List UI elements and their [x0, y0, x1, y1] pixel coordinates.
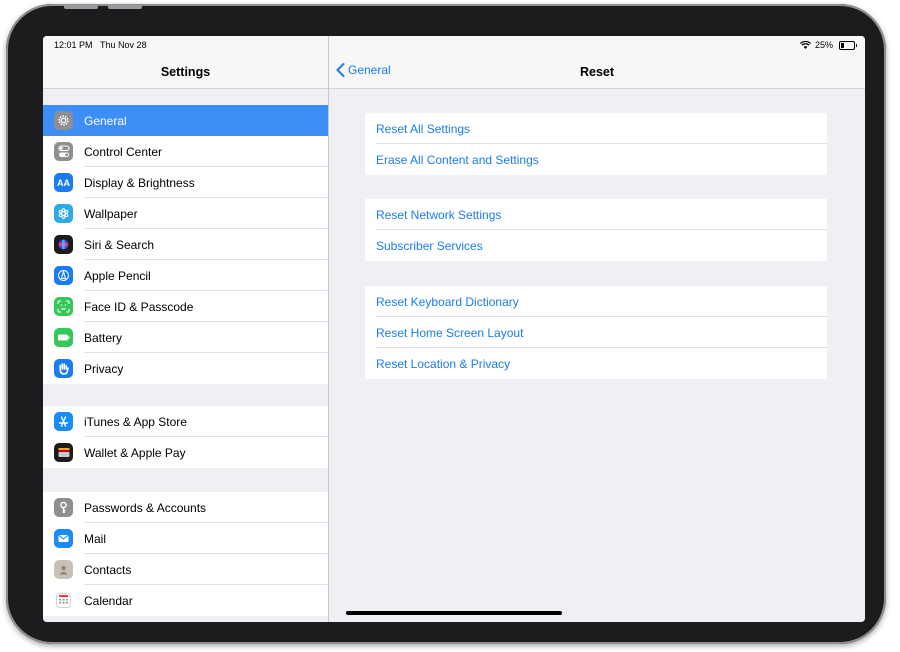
sidebar-item-calendar[interactable]: Calendar: [43, 585, 328, 616]
sidebar-item-label: Contacts: [84, 562, 132, 577]
face-id-icon: [54, 297, 73, 316]
reset-group: Reset Keyboard Dictionary Reset Home Scre…: [365, 286, 827, 379]
reset-group: Reset Network Settings Subscriber Service…: [365, 199, 827, 261]
reset-option-label: Reset Keyboard Dictionary: [376, 294, 519, 309]
sidebar-item-label: Passwords & Accounts: [84, 500, 207, 515]
siri-icon: [54, 235, 73, 254]
ipad-frame: 12:01 PM Thu Nov 28 25% Settings General…: [6, 4, 886, 644]
reset-option-label: Subscriber Services: [376, 238, 483, 253]
sidebar-item-label: General: [84, 113, 127, 128]
gear-icon: [54, 111, 73, 130]
volume-button: [64, 5, 98, 9]
reset-option-label: Reset Network Settings: [376, 207, 502, 222]
sidebar-item-display-and-brightness[interactable]: AA Display & Brightness: [43, 167, 328, 198]
home-indicator[interactable]: [346, 611, 562, 615]
sidebar-item-privacy[interactable]: Privacy: [43, 353, 328, 384]
settings-sidebar: Settings General Control Center AA Display …: [43, 36, 329, 622]
battery-icon: [54, 328, 73, 347]
reset-option-label: Reset All Settings: [376, 121, 471, 136]
calendar-icon: [54, 591, 73, 610]
sidebar-item-face-id-and-passcode[interactable]: Face ID & Passcode: [43, 291, 328, 322]
status-right: 25%: [799, 40, 857, 50]
status-bar: 12:01 PM Thu Nov 28 25%: [43, 36, 865, 54]
sidebar-item-itunes-and-app-store[interactable]: iTunes & App Store: [43, 406, 328, 437]
text-size-icon: AA: [54, 173, 73, 192]
sidebar-item-siri-and-search[interactable]: Siri & Search: [43, 229, 328, 260]
status-time: 12:01 PM Thu Nov 28: [54, 40, 147, 50]
battery-status-icon: [839, 40, 857, 50]
reset-pane: General Reset Reset All Settings Erase Al…: [329, 36, 865, 622]
contacts-icon: [54, 560, 73, 579]
reset-location-and-privacy-button[interactable]: Reset Location & Privacy: [365, 348, 827, 379]
sidebar-item-label: Siri & Search: [84, 237, 155, 252]
battery-percent: 25%: [814, 40, 833, 50]
sidebar-item-label: Wallpaper: [84, 206, 138, 221]
sidebar-item-control-center[interactable]: Control Center: [43, 136, 328, 167]
reset-home-screen-layout-button[interactable]: Reset Home Screen Layout: [365, 317, 827, 348]
sidebar-item-contacts[interactable]: Contacts: [43, 554, 328, 585]
sidebar-group: Passwords & Accounts Mail Contacts Calendar: [43, 492, 328, 616]
app-store-icon: [54, 412, 73, 431]
sidebar-item-label: Mail: [84, 531, 107, 546]
sidebar-item-label: Calendar: [84, 593, 133, 608]
hand-icon: [54, 359, 73, 378]
sidebar-item-label: Battery: [84, 330, 123, 345]
sidebar-group: iTunes & App Store Wallet & Apple Pay: [43, 406, 328, 468]
key-icon: [54, 498, 73, 517]
sidebar-item-label: Face ID & Passcode: [84, 299, 194, 314]
sidebar-item-label: Apple Pencil: [84, 268, 151, 283]
sidebar-item-general[interactable]: General: [43, 105, 328, 136]
sidebar-item-passwords-and-accounts[interactable]: Passwords & Accounts: [43, 492, 328, 523]
toggles-icon: [54, 142, 73, 161]
wallet-icon: [54, 443, 73, 462]
pencil-icon: [54, 266, 73, 285]
sidebar-group: General Control Center AA Display & Brightn…: [43, 105, 328, 384]
reset-network-settings-button[interactable]: Reset Network Settings: [365, 199, 827, 230]
reset-option-label: Reset Location & Privacy: [376, 356, 511, 371]
reset-keyboard-dictionary-button[interactable]: Reset Keyboard Dictionary: [365, 286, 827, 317]
sidebar-item-label: Privacy: [84, 361, 124, 376]
sidebar-item-wallpaper[interactable]: Wallpaper: [43, 198, 328, 229]
reset-group: Reset All Settings Erase All Content and …: [365, 113, 827, 175]
sidebar-item-label: Control Center: [84, 144, 163, 159]
sidebar-item-label: Wallet & Apple Pay: [84, 445, 186, 460]
sidebar-title: Settings: [160, 65, 211, 79]
erase-all-content-and-settings-button[interactable]: Erase All Content and Settings: [365, 144, 827, 175]
sidebar-item-mail[interactable]: Mail: [43, 523, 328, 554]
subscriber-services-button[interactable]: Subscriber Services: [365, 230, 827, 261]
screen: 12:01 PM Thu Nov 28 25% Settings General…: [43, 36, 865, 622]
reset-all-settings-button[interactable]: Reset All Settings: [365, 113, 827, 144]
page-title: Reset: [579, 65, 615, 79]
sidebar-item-wallet-and-apple-pay[interactable]: Wallet & Apple Pay: [43, 437, 328, 468]
sidebar-item-label: Display & Brightness: [84, 175, 195, 190]
wifi-icon: [799, 41, 811, 49]
sidebar-item-label: iTunes & App Store: [84, 414, 187, 429]
sidebar-item-apple-pencil[interactable]: Apple Pencil: [43, 260, 328, 291]
volume-button: [108, 5, 142, 9]
reset-option-label: Erase All Content and Settings: [376, 152, 539, 167]
sidebar-item-battery[interactable]: Battery: [43, 322, 328, 353]
flower-icon: [54, 204, 73, 223]
mail-icon: [54, 529, 73, 548]
reset-option-label: Reset Home Screen Layout: [376, 325, 524, 340]
